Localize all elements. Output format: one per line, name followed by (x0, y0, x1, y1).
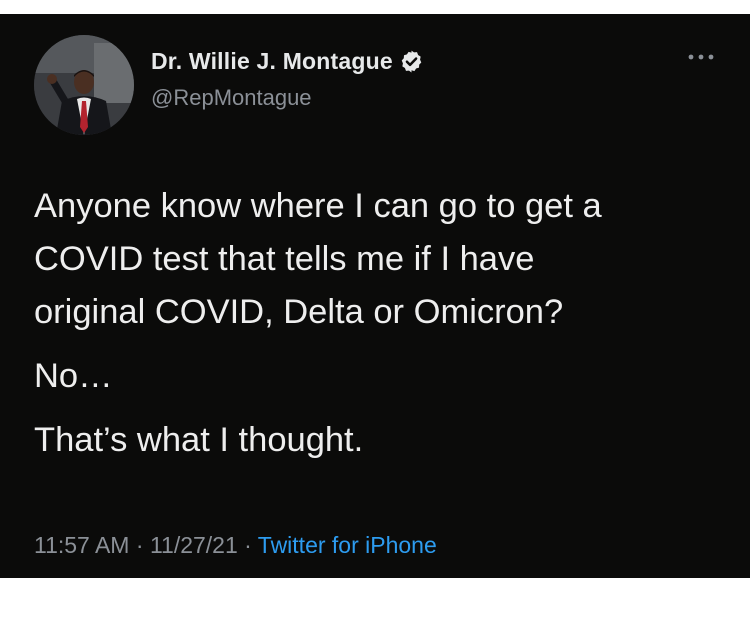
tweet-meta: 11:57 AM · 11/27/21 · Twitter for iPhone (34, 532, 437, 559)
tweet-source-link[interactable]: Twitter for iPhone (258, 532, 437, 558)
handle[interactable]: @RepMontague (151, 85, 312, 111)
avatar[interactable] (34, 35, 134, 135)
meta-separator: · (129, 532, 150, 558)
display-name-row[interactable]: Dr. Willie J. Montague (151, 48, 424, 75)
tweet-text-line: original COVID, Delta or Omicron? (34, 293, 564, 331)
tweet-text: Anyone know where I can go to get a COVI… (34, 180, 724, 467)
display-name[interactable]: Dr. Willie J. Montague (151, 48, 393, 75)
tweet-date[interactable]: 11/27/21 (150, 532, 238, 558)
tweet-text-line: COVID test that tells me if I have (34, 240, 535, 278)
verified-badge-icon (399, 49, 424, 74)
tweet-text-line: Anyone know where I can go to get a (34, 187, 602, 225)
profile-photo-icon (34, 35, 134, 135)
tweet-card: Dr. Willie J. Montague @RepMontague Anyo… (0, 14, 750, 578)
tweet-text-line: No… (34, 357, 113, 395)
tweet-time[interactable]: 11:57 AM (34, 532, 129, 558)
tweet-text-line: That’s what I thought. (34, 421, 364, 459)
meta-separator: · (237, 532, 258, 558)
more-options-icon[interactable] (686, 50, 716, 64)
